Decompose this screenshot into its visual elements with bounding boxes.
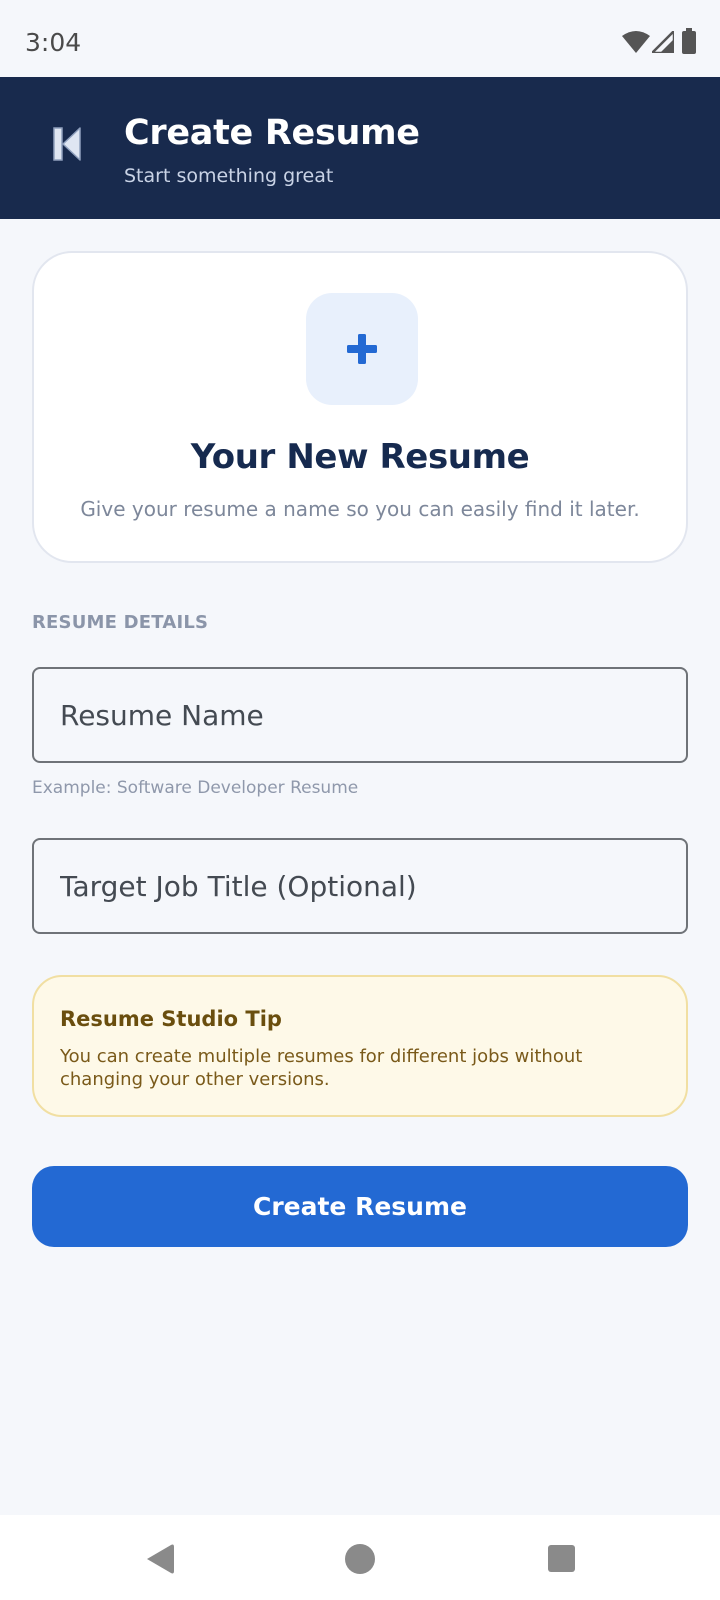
- resume-name-input[interactable]: [60, 669, 660, 761]
- nav-back-icon: [147, 1544, 174, 1574]
- battery-icon: [682, 28, 696, 54]
- plus-icon: [347, 334, 377, 364]
- target-job-title-input[interactable]: [60, 840, 660, 932]
- wifi-icon: [622, 31, 650, 53]
- tip-card: Resume Studio Tip You can create multipl…: [32, 975, 688, 1117]
- nav-recents-button[interactable]: [542, 1542, 582, 1576]
- target-job-title-field[interactable]: [32, 838, 688, 934]
- create-resume-button[interactable]: Create Resume: [32, 1166, 688, 1247]
- nav-home-button[interactable]: [340, 1542, 380, 1576]
- page-title: Create Resume: [124, 113, 420, 153]
- status-time: 3:04: [25, 28, 82, 57]
- create-resume-screen: 3:04 Create Resume Start something great: [0, 0, 720, 1600]
- tip-body: You can create multiple resumes for diff…: [60, 1046, 583, 1090]
- nav-recents-icon: [548, 1545, 575, 1572]
- nav-back-button[interactable]: [141, 1542, 181, 1576]
- status-bar: 3:04: [0, 0, 720, 77]
- nav-home-icon: [345, 1544, 375, 1574]
- resume-name-helper: Example: Software Developer Resume: [32, 778, 359, 798]
- tip-title: Resume Studio Tip: [60, 1007, 282, 1031]
- back-button[interactable]: [46, 117, 92, 171]
- card-title: Your New Resume: [190, 437, 530, 477]
- intro-card: Your New Resume Give your resume a name …: [32, 251, 688, 563]
- app-header: Create Resume Start something great: [0, 77, 720, 219]
- page-subtitle: Start something great: [124, 165, 334, 187]
- section-label: RESUME DETAILS: [32, 612, 209, 633]
- resume-name-field[interactable]: [32, 667, 688, 763]
- skip-back-icon: [53, 127, 81, 161]
- system-nav-bar: [0, 1515, 720, 1600]
- card-description: Give your resume a name so you can easil…: [80, 497, 640, 521]
- signal-icon: [652, 31, 674, 53]
- plus-tile: [306, 293, 418, 405]
